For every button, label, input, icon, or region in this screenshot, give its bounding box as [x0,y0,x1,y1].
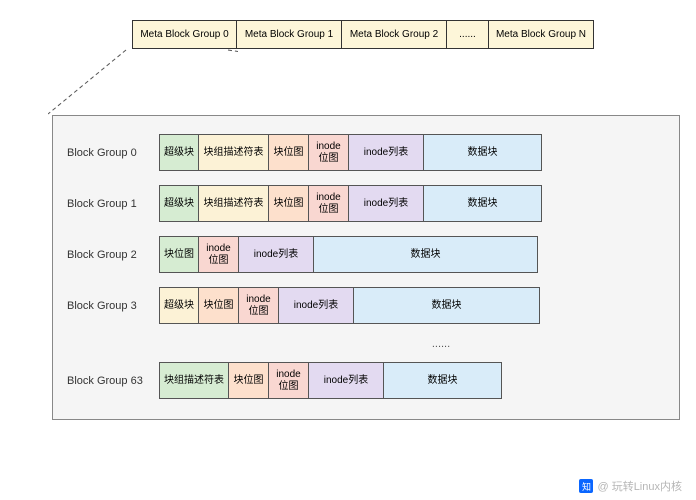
block-group-label: Block Group 1 [67,198,159,210]
seg-inode-list: inode列表 [349,185,424,222]
seg-inode-list: inode列表 [239,236,314,273]
block-group-label: Block Group 2 [67,249,159,261]
meta-group-cell: Meta Block Group N [489,20,594,49]
seg-inode-bitmap: inode位图 [269,362,309,399]
block-group-row: Block Group 63 块组描述符表 块位图 inode位图 inode列… [67,362,665,399]
seg-group-desc: 块组描述符表 [199,134,269,171]
block-group-label: Block Group 0 [67,147,159,159]
seg-group-desc: 块组描述符表 [159,362,229,399]
seg-inode-bitmap: inode位图 [309,185,349,222]
segment-row: 块位图 inode位图 inode列表 数据块 [159,236,538,273]
expansion-connector [48,48,238,116]
watermark-text: @ 玩转Linux内核 [597,478,682,494]
block-group-row: Block Group 1 超级块 块组描述符表 块位图 inode位图 ino… [67,185,665,222]
seg-block-bitmap: 块位图 [269,185,309,222]
watermark: 知 @ 玩转Linux内核 [579,478,682,494]
meta-group-ellipsis: ...... [447,20,489,49]
seg-inode-list: inode列表 [279,287,354,324]
seg-superblock: 超级块 [159,287,199,324]
seg-superblock: 超级块 [159,134,199,171]
seg-block-bitmap: 块位图 [159,236,199,273]
seg-group-desc: 块组描述符表 [199,185,269,222]
seg-inode-bitmap: inode位图 [239,287,279,324]
block-group-label: Block Group 3 [67,300,159,312]
seg-data-block: 数据块 [384,362,502,399]
block-group-row: Block Group 2 块位图 inode位图 inode列表 数据块 [67,236,665,273]
segment-row: 超级块 块组描述符表 块位图 inode位图 inode列表 数据块 [159,185,542,222]
seg-data-block: 数据块 [424,185,542,222]
block-group-row: Block Group 0 超级块 块组描述符表 块位图 inode位图 ino… [67,134,665,171]
meta-group-cell: Meta Block Group 0 [132,20,237,49]
seg-inode-list: inode列表 [349,134,424,171]
meta-group-cell: Meta Block Group 2 [342,20,447,49]
rows-ellipsis: ...... [217,338,665,350]
seg-inode-list: inode列表 [309,362,384,399]
block-group-row: Block Group 3 超级块 块位图 inode位图 inode列表 数据… [67,287,665,324]
seg-superblock: 超级块 [159,185,199,222]
block-group-detail-box: Block Group 0 超级块 块组描述符表 块位图 inode位图 ino… [52,115,680,420]
segment-row: 块组描述符表 块位图 inode位图 inode列表 数据块 [159,362,502,399]
segment-row: 超级块 块位图 inode位图 inode列表 数据块 [159,287,540,324]
meta-group-cell: Meta Block Group 1 [237,20,342,49]
zhihu-logo-icon: 知 [579,479,593,493]
seg-inode-bitmap: inode位图 [199,236,239,273]
seg-data-block: 数据块 [424,134,542,171]
seg-inode-bitmap: inode位图 [309,134,349,171]
seg-block-bitmap: 块位图 [269,134,309,171]
meta-block-group-row: Meta Block Group 0 Meta Block Group 1 Me… [132,20,684,49]
segment-row: 超级块 块组描述符表 块位图 inode位图 inode列表 数据块 [159,134,542,171]
block-group-label: Block Group 63 [67,375,159,387]
seg-block-bitmap: 块位图 [199,287,239,324]
seg-data-block: 数据块 [314,236,538,273]
seg-block-bitmap: 块位图 [229,362,269,399]
seg-data-block: 数据块 [354,287,540,324]
